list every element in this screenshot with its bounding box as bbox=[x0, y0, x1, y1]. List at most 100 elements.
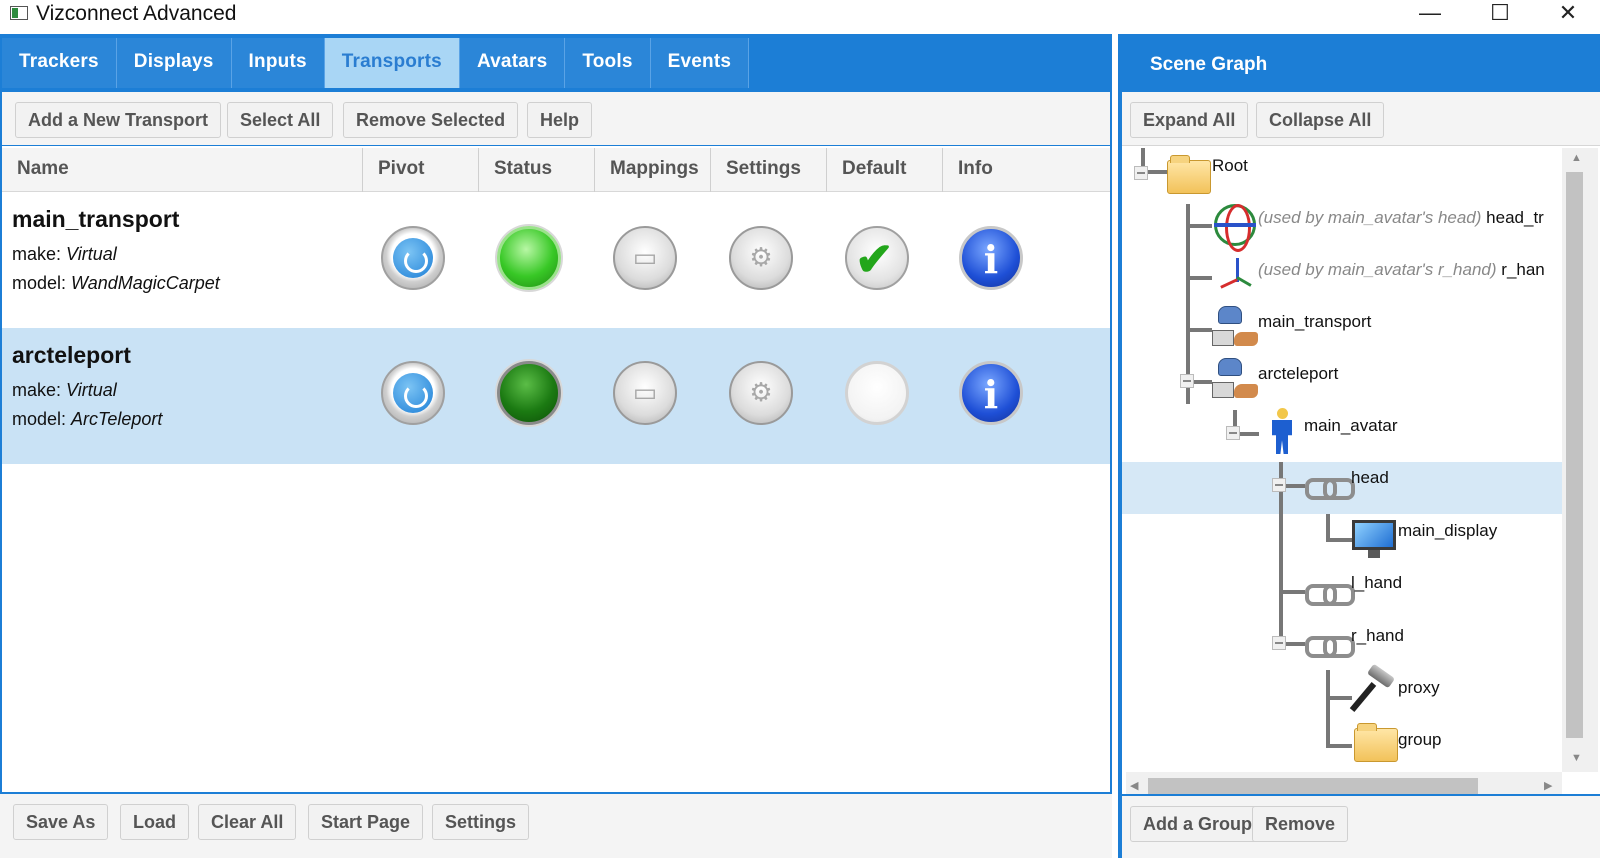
tab-inputs[interactable]: Inputs bbox=[231, 38, 325, 88]
scroll-left-icon[interactable]: ◀ bbox=[1130, 779, 1138, 792]
collapse-toggle[interactable] bbox=[1226, 426, 1240, 440]
default-empty-icon[interactable] bbox=[845, 361, 909, 425]
pivot-refresh-icon[interactable] bbox=[381, 226, 445, 290]
expand-all-button[interactable]: Expand All bbox=[1130, 102, 1249, 138]
main-panel: Trackers Displays Inputs Transports Avat… bbox=[0, 34, 1112, 858]
clear-all-button[interactable]: Clear All bbox=[198, 804, 297, 840]
horizontal-scroll-thumb[interactable] bbox=[1148, 778, 1478, 794]
scroll-down-icon[interactable]: ▼ bbox=[1571, 752, 1582, 764]
remove-selected-button[interactable]: Remove Selected bbox=[343, 102, 519, 138]
info-icon[interactable]: i bbox=[959, 226, 1023, 290]
help-button[interactable]: Help bbox=[527, 102, 593, 138]
transports-toolbar: Add a New Transport Select All Remove Se… bbox=[2, 92, 1110, 146]
tab-events[interactable]: Events bbox=[650, 38, 750, 88]
tracker-globe-icon bbox=[1214, 204, 1256, 252]
chain-link-icon bbox=[1305, 634, 1355, 658]
tree-line bbox=[1186, 224, 1212, 228]
table-row[interactable]: main_transport make: Virtual model: Wand… bbox=[2, 192, 1110, 328]
tab-trackers[interactable]: Trackers bbox=[2, 38, 117, 88]
scene-graph-header: Scene Graph bbox=[1118, 34, 1600, 92]
minimize-button[interactable]: — bbox=[1400, 0, 1460, 30]
close-button[interactable]: ✕ bbox=[1538, 0, 1598, 30]
gear-icon[interactable]: ⚙ bbox=[729, 226, 793, 290]
tree-node-rhand-tracker[interactable]: (used by main_avatar's r_hand) r_han bbox=[1258, 260, 1545, 280]
status-green-icon[interactable] bbox=[497, 226, 561, 290]
tab-tools[interactable]: Tools bbox=[565, 38, 651, 88]
status-green-icon[interactable] bbox=[497, 361, 561, 425]
select-all-button[interactable]: Select All bbox=[227, 102, 334, 138]
column-settings[interactable]: Settings bbox=[710, 148, 826, 192]
tree-line bbox=[1186, 276, 1212, 280]
scroll-right-icon[interactable]: ▶ bbox=[1544, 779, 1552, 792]
transport-make: make: Virtual bbox=[12, 380, 117, 400]
add-transport-button[interactable]: Add a New Transport bbox=[15, 102, 222, 138]
transport-model: model: WandMagicCarpet bbox=[12, 273, 220, 293]
axes-icon bbox=[1216, 256, 1252, 296]
start-page-button[interactable]: Start Page bbox=[308, 804, 424, 840]
pivot-refresh-icon[interactable] bbox=[381, 361, 445, 425]
tree-line bbox=[1326, 744, 1352, 748]
column-name[interactable]: Name bbox=[2, 148, 362, 192]
chain-link-icon bbox=[1305, 582, 1355, 606]
tab-avatars[interactable]: Avatars bbox=[459, 38, 566, 88]
collapse-toggle[interactable] bbox=[1272, 478, 1286, 492]
column-info[interactable]: Info bbox=[942, 148, 1110, 192]
tree-node-arcteleport[interactable]: arcteleport bbox=[1258, 364, 1338, 384]
vertical-scroll-thumb[interactable] bbox=[1566, 172, 1583, 738]
tree-node-group[interactable]: group bbox=[1398, 730, 1441, 750]
window-title: Vizconnect Advanced bbox=[36, 2, 237, 25]
tree-node-head[interactable]: head bbox=[1351, 468, 1389, 488]
tree-node-l-hand[interactable]: l_hand bbox=[1351, 573, 1402, 593]
tab-bar: Trackers Displays Inputs Transports Avat… bbox=[2, 38, 750, 88]
info-icon[interactable]: i bbox=[959, 361, 1023, 425]
tree-node-root[interactable]: Root bbox=[1212, 156, 1248, 176]
column-default[interactable]: Default bbox=[826, 148, 942, 192]
tree-node-main-display[interactable]: main_display bbox=[1398, 521, 1497, 541]
tree-line bbox=[1186, 328, 1212, 332]
load-button[interactable]: Load bbox=[120, 804, 189, 840]
gear-icon[interactable]: ⚙ bbox=[729, 361, 793, 425]
settings-button[interactable]: Settings bbox=[432, 804, 530, 840]
transport-make: make: Virtual bbox=[12, 244, 117, 264]
scene-graph-title: Scene Graph bbox=[1150, 54, 1268, 75]
tree-node-main-transport[interactable]: main_transport bbox=[1258, 312, 1371, 332]
transport-icon bbox=[1212, 306, 1258, 350]
collapse-all-button[interactable]: Collapse All bbox=[1256, 102, 1385, 138]
tree-node-proxy[interactable]: proxy bbox=[1398, 678, 1440, 698]
title-bar: Vizconnect Advanced — ☐ ✕ bbox=[0, 0, 1600, 30]
tree-node-head-tracker[interactable]: (used by main_avatar's head) head_tr bbox=[1258, 208, 1544, 228]
column-status[interactable]: Status bbox=[478, 148, 594, 192]
transport-icon bbox=[1212, 358, 1258, 402]
table-header: Name Pivot Status Mappings Settings Defa… bbox=[2, 148, 1110, 192]
mappings-icon[interactable]: ▭ bbox=[613, 226, 677, 290]
folder-icon bbox=[1167, 155, 1211, 194]
scene-graph-toolbar: Expand All Collapse All bbox=[1122, 92, 1600, 146]
tree-node-r-hand[interactable]: r_hand bbox=[1351, 626, 1404, 646]
column-pivot[interactable]: Pivot bbox=[362, 148, 478, 192]
tree-line bbox=[1279, 590, 1305, 594]
transport-name: main_transport bbox=[12, 206, 180, 232]
tree-node-main-avatar[interactable]: main_avatar bbox=[1304, 416, 1398, 436]
vertical-scrollbar[interactable]: ▲ ▼ bbox=[1562, 148, 1598, 772]
tab-displays[interactable]: Displays bbox=[116, 38, 232, 88]
add-group-button[interactable]: Add a Group bbox=[1130, 806, 1265, 842]
collapse-toggle[interactable] bbox=[1272, 636, 1286, 650]
transport-name: arcteleport bbox=[12, 342, 131, 368]
table-row[interactable]: arcteleport make: Virtual model: ArcTele… bbox=[2, 328, 1110, 464]
tree-line bbox=[1326, 670, 1330, 748]
maximize-button[interactable]: ☐ bbox=[1470, 0, 1530, 30]
collapse-toggle[interactable] bbox=[1180, 374, 1194, 388]
mappings-icon[interactable]: ▭ bbox=[613, 361, 677, 425]
scene-graph-bottom-toolbar: Add a Group Remove bbox=[1122, 794, 1600, 858]
column-mappings[interactable]: Mappings bbox=[594, 148, 710, 192]
scene-graph-content: Expand All Collapse All Root (used by ma… bbox=[1122, 92, 1600, 858]
checkmark-icon[interactable]: ✔ bbox=[845, 226, 909, 290]
scroll-up-icon[interactable]: ▲ bbox=[1571, 152, 1582, 164]
save-as-button[interactable]: Save As bbox=[13, 804, 109, 840]
tree-line bbox=[1326, 538, 1352, 542]
tab-transports[interactable]: Transports bbox=[324, 38, 460, 88]
remove-button[interactable]: Remove bbox=[1252, 806, 1349, 842]
bottom-toolbar: Save As Load Clear All Start Page Settin… bbox=[0, 792, 1112, 858]
avatar-icon bbox=[1268, 408, 1296, 456]
collapse-toggle[interactable] bbox=[1134, 166, 1148, 180]
